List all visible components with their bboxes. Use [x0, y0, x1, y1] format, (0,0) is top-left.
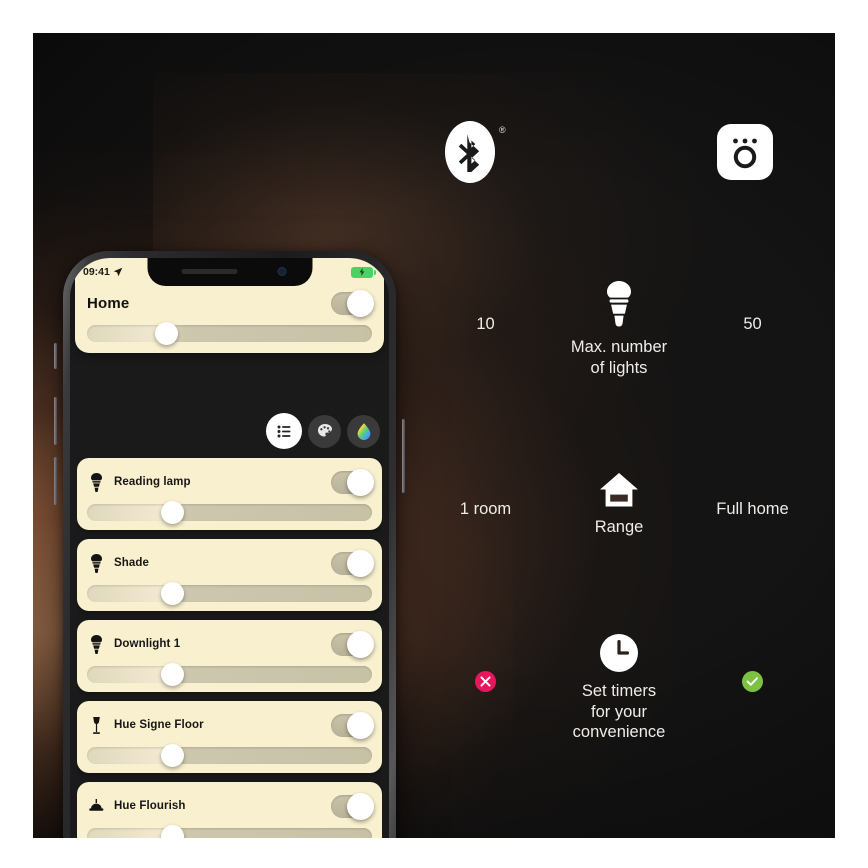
comparison-row-max-lights: 10 Max. number of lights 50	[403, 281, 835, 401]
light-name: Hue Signe Floor	[114, 719, 204, 731]
status-time: 09:41	[83, 266, 110, 278]
hue-bridge-icon	[717, 124, 773, 180]
tab-lights-list[interactable]	[266, 413, 302, 449]
registered-trademark-mark: ®	[499, 125, 506, 135]
check-icon	[742, 671, 763, 692]
slider-knob[interactable]	[161, 582, 185, 605]
clock-icon	[599, 633, 639, 678]
scene-stage: Home 09:41 Reading lamp Shade Downlight …	[33, 33, 835, 838]
ceiling-lamp-icon	[87, 798, 105, 814]
row-center-label: Max. number of lights	[570, 338, 668, 377]
light-name: Hue Flourish	[114, 800, 186, 812]
list-item[interactable]: Hue Flourish	[77, 782, 382, 838]
list-item[interactable]: Reading lamp	[77, 458, 382, 530]
light-brightness-slider[interactable]	[87, 501, 372, 524]
light-name: Shade	[114, 557, 150, 569]
slider-knob[interactable]	[161, 744, 185, 767]
row-right-value: 50	[743, 315, 762, 333]
palette-icon	[317, 424, 332, 437]
light-toggle[interactable]	[331, 792, 374, 820]
tab-scenes[interactable]	[308, 414, 341, 448]
light-toggle[interactable]	[331, 468, 374, 496]
house-icon	[598, 473, 640, 514]
row-center-label: Set timers for your convenience	[572, 682, 666, 742]
list-item[interactable]: Downlight 1	[77, 620, 382, 692]
toggle-knob	[347, 289, 374, 317]
list-icon	[277, 425, 290, 437]
light-toggle[interactable]	[331, 549, 374, 577]
tab-bar	[266, 413, 380, 449]
slider-knob[interactable]	[155, 322, 179, 345]
slider-knob[interactable]	[161, 825, 185, 838]
toggle-knob	[347, 549, 374, 577]
light-brightness-slider[interactable]	[87, 582, 372, 605]
phone-silent-switch[interactable]	[54, 343, 57, 369]
spot-bulb-icon	[87, 553, 105, 573]
comparison-row-range: 1 room Range Full home	[403, 473, 835, 583]
light-name: Reading lamp	[114, 476, 191, 488]
tab-colors[interactable]	[347, 414, 380, 448]
phone-volume-down-button[interactable]	[54, 457, 57, 505]
light-brightness-slider[interactable]	[87, 825, 372, 838]
slider-knob[interactable]	[161, 663, 185, 686]
phone-mockup: Home 09:41 Reading lamp Shade Downlight …	[54, 251, 405, 838]
status-bar-left: 09:41	[83, 266, 123, 278]
page-title: Home	[87, 294, 130, 312]
light-brightness-slider[interactable]	[87, 744, 372, 767]
toggle-knob	[347, 792, 374, 820]
light-brightness-slider[interactable]	[87, 663, 372, 686]
phone-volume-up-button[interactable]	[54, 397, 57, 445]
location-arrow-icon	[113, 267, 123, 277]
light-toggle[interactable]	[331, 711, 374, 739]
toggle-knob	[347, 711, 374, 739]
row-right-value: Full home	[716, 500, 789, 518]
status-bar: 09:41	[70, 258, 389, 286]
bluetooth-icon	[445, 121, 495, 183]
lights-list[interactable]: Reading lamp Shade Downlight 1 Hue Signe…	[77, 458, 382, 838]
toggle-knob	[347, 630, 374, 658]
battery-charging-icon	[351, 266, 376, 278]
comparison-panel: ® 10 Max. number of lights 50 1 room Ran…	[403, 33, 835, 838]
light-bulb-icon	[604, 281, 634, 334]
comparison-row-timers: Set timers for your convenience	[403, 633, 835, 773]
light-name: Downlight 1	[114, 638, 181, 650]
phone-screen: Home 09:41 Reading lamp Shade Downlight …	[70, 258, 389, 838]
list-item[interactable]: Hue Signe Floor	[77, 701, 382, 773]
row-center-label: Range	[594, 518, 644, 536]
spot-bulb-icon	[87, 634, 105, 654]
comparison-header-row: ®	[403, 121, 835, 201]
color-droplet-icon	[357, 422, 370, 440]
light-toggle[interactable]	[331, 630, 374, 658]
row-right-value	[670, 671, 835, 692]
home-brightness-slider[interactable]	[87, 322, 372, 345]
toggle-knob	[347, 468, 374, 496]
floor-lamp-icon	[87, 716, 105, 735]
slider-knob[interactable]	[161, 501, 185, 524]
list-item[interactable]: Shade	[77, 539, 382, 611]
home-master-toggle[interactable]	[331, 289, 374, 317]
spot-bulb-icon	[87, 472, 105, 492]
home-title-row: Home	[87, 288, 374, 318]
